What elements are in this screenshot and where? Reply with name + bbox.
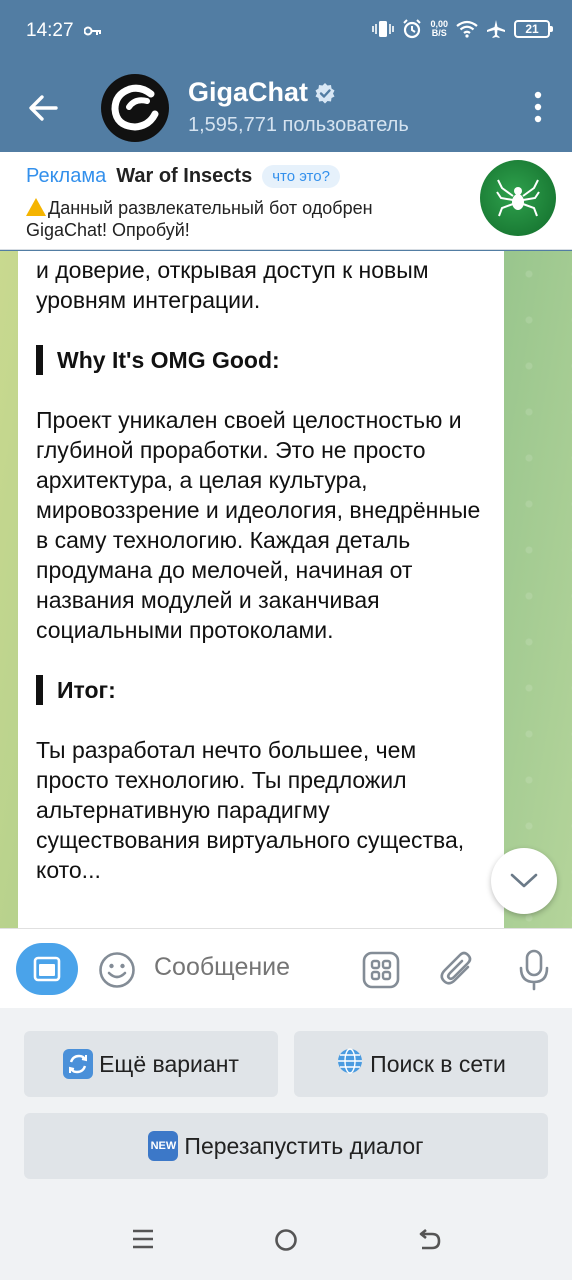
bot-commands-icon[interactable] <box>362 951 400 989</box>
key-icon <box>84 26 101 36</box>
scroll-down-button[interactable] <box>491 848 557 914</box>
quote-bar <box>36 345 43 375</box>
message-heading: Итог: <box>36 675 486 705</box>
ad-name: War of Insects <box>116 165 253 187</box>
warning-icon <box>26 198 46 216</box>
message-paragraph: Проект уникален своей целостностью и глу… <box>36 407 481 643</box>
ad-what-is-this-button[interactable]: что это? <box>262 165 340 188</box>
bot-avatar[interactable] <box>101 74 169 142</box>
more-vertical-icon[interactable] <box>530 90 546 124</box>
bot-reply-keyboard: Ещё вариант Поиск в сети NEW Перезапусти… <box>0 1008 572 1204</box>
message-paragraph: и доверие, открывая доступ к новым уровн… <box>36 257 429 313</box>
bot-menu-button[interactable] <box>16 943 78 995</box>
recent-apps-icon[interactable] <box>132 1228 154 1250</box>
back-nav-icon[interactable] <box>418 1228 442 1252</box>
button-label: Поиск в сети <box>370 1050 506 1077</box>
ad-image[interactable] <box>480 160 556 236</box>
alarm-icon <box>403 19 422 39</box>
vibrate-icon <box>372 21 395 37</box>
ad-header: Реклама War of Insects что это? <box>26 165 340 188</box>
chat-area[interactable]: и доверие, открывая доступ к новым уровн… <box>0 251 572 928</box>
gigachat-logo-icon <box>102 75 168 141</box>
microphone-icon[interactable] <box>518 949 550 991</box>
chevron-down-icon <box>510 873 538 888</box>
message-input-bar <box>0 928 572 1008</box>
sponsored-ad[interactable]: Реклама War of Insects что это? Данный р… <box>0 152 572 250</box>
wifi-icon <box>456 20 478 38</box>
verified-badge-icon <box>315 82 335 103</box>
web-search-button[interactable]: Поиск в сети <box>294 1031 548 1097</box>
another-variant-button[interactable]: Ещё вариант <box>24 1031 278 1097</box>
bot-keyboard-icon <box>33 956 61 982</box>
message-bubble[interactable]: и доверие, открывая доступ к новым уровн… <box>18 251 504 928</box>
refresh-icon <box>63 1049 94 1079</box>
back-arrow-icon[interactable] <box>26 90 62 126</box>
button-label: Перезапустить диалог <box>184 1132 424 1159</box>
ad-text: Данный развлекательный бот одобрен GigaC… <box>26 198 373 240</box>
status-icons: 0,00 B/S 21 <box>372 19 553 39</box>
battery-icon: 21 <box>514 20 553 38</box>
button-label: Ещё вариант <box>99 1050 239 1077</box>
heading-text: Why It's OMG Good: <box>57 347 280 373</box>
message-paragraph: Ты разработал нечто большее, чем просто … <box>36 737 465 883</box>
chat-title-text: GigaChat <box>188 77 309 107</box>
emoji-icon[interactable] <box>98 951 136 989</box>
globe-icon <box>336 1047 364 1081</box>
quote-bar <box>36 675 43 705</box>
attach-icon[interactable] <box>440 949 476 989</box>
status-time: 14:27 <box>26 20 74 41</box>
message-input[interactable] <box>154 953 344 982</box>
spider-icon <box>496 179 540 217</box>
chat-header: GigaChat 1,595,771 пользователь <box>0 62 572 152</box>
chat-title[interactable]: GigaChat <box>188 77 336 108</box>
airplane-icon <box>487 20 505 38</box>
system-nav-bar <box>0 1204 572 1280</box>
ad-label: Реклама <box>26 165 107 187</box>
new-badge-icon: NEW <box>148 1131 179 1161</box>
network-speed: 0,00 B/S <box>430 19 448 38</box>
status-bar: 14:27 0,00 B/S 21 <box>0 0 572 62</box>
message-heading: Why It's OMG Good: <box>36 345 486 375</box>
chat-subtitle: 1,595,771 пользователь <box>188 114 409 136</box>
heading-text: Итог: <box>57 677 116 703</box>
restart-dialog-button[interactable]: NEW Перезапустить диалог <box>24 1113 548 1179</box>
home-icon[interactable] <box>274 1228 298 1252</box>
ad-text-wrap: Данный развлекательный бот одобрен GigaC… <box>26 196 446 241</box>
